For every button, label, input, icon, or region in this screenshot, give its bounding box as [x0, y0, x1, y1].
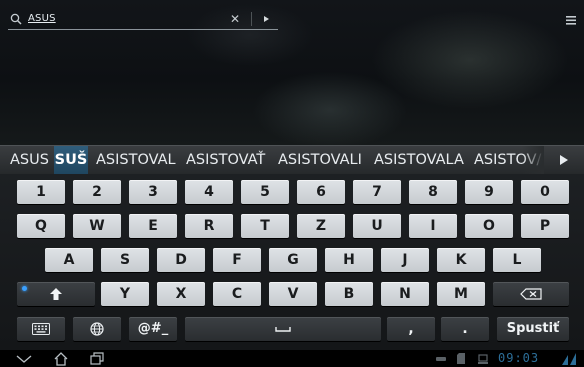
search-bar[interactable]: ASUS ✕	[8, 10, 278, 30]
suggestion-item[interactable]: ASISTOVAL	[96, 146, 176, 174]
key-n[interactable]: N	[381, 282, 429, 306]
go-icon[interactable]	[260, 13, 272, 25]
key-8[interactable]: 8	[409, 180, 457, 204]
key-1[interactable]: 1	[17, 180, 65, 204]
key-g[interactable]: G	[269, 248, 317, 272]
key-k[interactable]: K	[437, 248, 485, 272]
home-icon[interactable]	[54, 352, 68, 366]
key-f[interactable]: F	[213, 248, 261, 272]
key-t[interactable]: T	[241, 214, 289, 238]
more-suggestions-icon	[560, 155, 568, 165]
key-s[interactable]: S	[101, 248, 149, 272]
key-2[interactable]: 2	[73, 180, 121, 204]
key-c[interactable]: C	[213, 282, 261, 306]
key-o[interactable]: O	[465, 214, 513, 238]
key-i[interactable]: I	[409, 214, 457, 238]
suggestion-item[interactable]: ASISTOVALI	[278, 146, 362, 174]
clock: 09:03	[498, 351, 540, 365]
key-r[interactable]: R	[185, 214, 233, 238]
space-key[interactable]	[185, 317, 381, 341]
more-suggestions-button[interactable]	[552, 146, 582, 174]
search-input[interactable]: ASUS	[28, 13, 56, 24]
menu-icon[interactable]	[566, 16, 576, 25]
shift-key[interactable]	[17, 282, 95, 306]
key-4[interactable]: 4	[185, 180, 233, 204]
period-key[interactable]: .	[441, 317, 489, 341]
search-icon	[10, 13, 22, 25]
suggestion-item[interactable]: ASISTOVAŤ	[186, 146, 265, 174]
key-l[interactable]: L	[493, 248, 541, 272]
key-m[interactable]: M	[437, 282, 485, 306]
key-z[interactable]: Z	[297, 214, 345, 238]
search-underline	[8, 29, 278, 30]
globe-icon	[90, 322, 104, 336]
key-x[interactable]: X	[157, 282, 205, 306]
screen: ASUS ✕ ASUS SUŠ ASISTOVAL ASISTOVAŤ ASIS…	[0, 0, 584, 367]
system-bar: 09:03	[0, 350, 584, 367]
key-h[interactable]: H	[325, 248, 373, 272]
key-a[interactable]: A	[45, 248, 93, 272]
suggestion-item-selected[interactable]: SUŠ	[54, 146, 88, 174]
comma-key[interactable]: ,	[387, 317, 435, 341]
sd-card-icon	[457, 353, 465, 364]
divider	[251, 12, 252, 26]
key-b[interactable]: B	[325, 282, 373, 306]
key-6[interactable]: 6	[297, 180, 345, 204]
suggestion-item[interactable]: ASISTOVALA	[374, 146, 464, 174]
download-icon	[478, 354, 488, 364]
key-v[interactable]: V	[269, 282, 317, 306]
backspace-icon	[520, 288, 542, 300]
key-3[interactable]: 3	[129, 180, 177, 204]
key-u[interactable]: U	[353, 214, 401, 238]
key-y[interactable]: Y	[101, 282, 149, 306]
key-w[interactable]: W	[73, 214, 121, 238]
keyboard-settings-icon	[32, 323, 50, 335]
key-p[interactable]: P	[521, 214, 569, 238]
shift-lock-indicator	[22, 286, 27, 291]
symbols-key[interactable]: @#_	[129, 317, 177, 341]
recent-apps-icon[interactable]	[90, 352, 104, 365]
back-icon[interactable]	[16, 354, 32, 364]
space-icon	[275, 327, 291, 332]
language-key[interactable]	[73, 317, 121, 341]
shift-icon	[50, 288, 62, 300]
suggestion-item[interactable]: ASUS	[10, 146, 49, 174]
key-5[interactable]: 5	[241, 180, 289, 204]
clear-icon[interactable]: ✕	[230, 13, 240, 25]
keyboard: 1 2 3 4 5 6 7 8 9 0 Q W E R T Z U I O P …	[0, 174, 584, 350]
key-7[interactable]: 7	[353, 180, 401, 204]
wifi-icon	[562, 353, 576, 365]
key-e[interactable]: E	[129, 214, 177, 238]
suggestion-bar: ASUS SUŠ ASISTOVAL ASISTOVAŤ ASISTOVALI …	[0, 145, 584, 174]
key-j[interactable]: J	[381, 248, 429, 272]
suggestion-fade	[522, 146, 544, 174]
keyboard-settings-key[interactable]	[17, 317, 65, 341]
key-0[interactable]: 0	[521, 180, 569, 204]
usb-icon	[436, 357, 446, 361]
key-d[interactable]: D	[157, 248, 205, 272]
key-9[interactable]: 9	[465, 180, 513, 204]
key-q[interactable]: Q	[17, 214, 65, 238]
backspace-key[interactable]	[493, 282, 569, 306]
action-key[interactable]: Spustiť	[497, 317, 569, 341]
